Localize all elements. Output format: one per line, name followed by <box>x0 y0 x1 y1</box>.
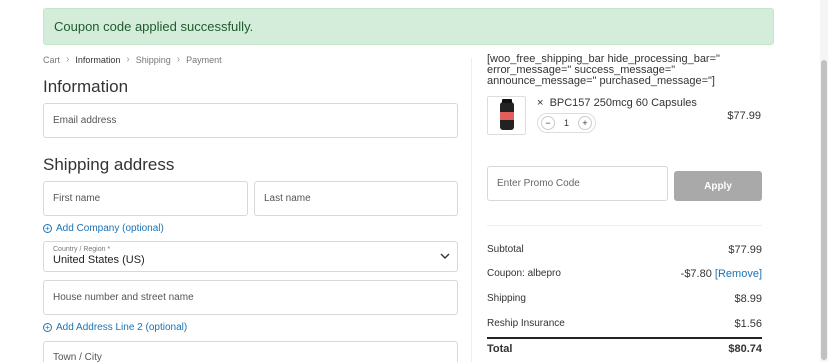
quantity-value[interactable]: 1 <box>564 118 569 128</box>
subtotal-row: Subtotal $77.99 <box>487 244 762 256</box>
remove-item-icon[interactable]: × <box>537 97 543 109</box>
minus-icon[interactable]: − <box>541 116 555 130</box>
city-field[interactable]: Town / City <box>43 341 458 362</box>
subtotal-label: Subtotal <box>487 244 524 255</box>
information-heading: Information <box>43 77 129 96</box>
apply-button[interactable]: Apply <box>674 171 762 201</box>
chevron-right-icon: › <box>66 54 70 65</box>
total-divider <box>487 337 762 339</box>
total-row: Total $80.74 <box>487 343 762 355</box>
product-title: × BPC157 250mcg 60 Capsules <box>537 97 697 109</box>
shipping-address-heading: Shipping address <box>43 155 175 174</box>
column-divider <box>471 58 472 362</box>
quantity-stepper: − 1 + <box>537 113 596 133</box>
email-field[interactable]: Email address <box>43 103 458 138</box>
reship-label: Reship Insurance <box>487 318 565 329</box>
shipping-row: Shipping $8.99 <box>487 293 762 305</box>
plus-icon[interactable]: + <box>577 116 592 130</box>
last-name-field[interactable]: Last name <box>254 181 458 216</box>
add-company-link[interactable]: + Add Company (optional) <box>43 223 164 234</box>
add-address-line2-label: Add Address Line 2 (optional) <box>56 322 188 333</box>
product-thumbnail <box>487 96 526 135</box>
reship-insurance-row: Reship Insurance $1.56 <box>487 318 762 330</box>
add-address-line2-link[interactable]: + Add Address Line 2 (optional) <box>43 322 187 333</box>
breadcrumb-information: Information <box>75 54 121 65</box>
summary-divider <box>487 225 762 226</box>
coupon-value: -$7.80 <box>680 268 712 280</box>
street-address-field[interactable]: House number and street name <box>43 280 458 315</box>
scrollbar-thumb[interactable] <box>821 60 827 360</box>
total-value: $80.74 <box>728 343 762 355</box>
shipping-label: Shipping <box>487 293 526 304</box>
country-select[interactable]: Country / Region * United States (US) <box>43 241 458 272</box>
shipping-value: $8.99 <box>734 293 762 305</box>
breadcrumb-payment[interactable]: Payment <box>186 55 222 65</box>
total-label: Total <box>487 343 513 355</box>
scrollbar-track[interactable] <box>820 0 828 362</box>
plus-circle-icon: + <box>43 224 52 233</box>
subtotal-value: $77.99 <box>728 244 762 256</box>
remove-coupon-link[interactable]: [Remove] <box>715 268 762 280</box>
product-price: $77.99 <box>727 110 761 122</box>
add-company-label: Add Company (optional) <box>56 223 164 234</box>
country-label: Country / Region * <box>53 246 111 253</box>
coupon-row: Coupon: albepro -$7.80 [Remove] <box>487 268 762 280</box>
first-name-field[interactable]: First name <box>43 181 248 216</box>
chevron-down-icon <box>440 253 450 259</box>
breadcrumb: Cart › Information › Shipping › Payment <box>43 54 222 65</box>
breadcrumb-cart[interactable]: Cart <box>43 55 60 65</box>
product-name: BPC157 250mcg 60 Capsules <box>549 97 697 109</box>
country-value: United States (US) <box>53 254 145 266</box>
bottle-image <box>499 98 514 130</box>
success-notice: Coupon code applied successfully. <box>43 8 774 45</box>
breadcrumb-shipping[interactable]: Shipping <box>136 55 171 65</box>
chevron-right-icon: › <box>126 54 130 65</box>
reship-value: $1.56 <box>734 318 762 330</box>
coupon-label: Coupon: albepro <box>487 268 561 279</box>
plus-circle-icon: + <box>43 323 52 332</box>
shortcode-text: [woo_free_shipping_bar hide_processing_b… <box>487 53 720 87</box>
chevron-right-icon: › <box>176 54 181 65</box>
promo-code-input[interactable]: Enter Promo Code <box>487 166 668 201</box>
